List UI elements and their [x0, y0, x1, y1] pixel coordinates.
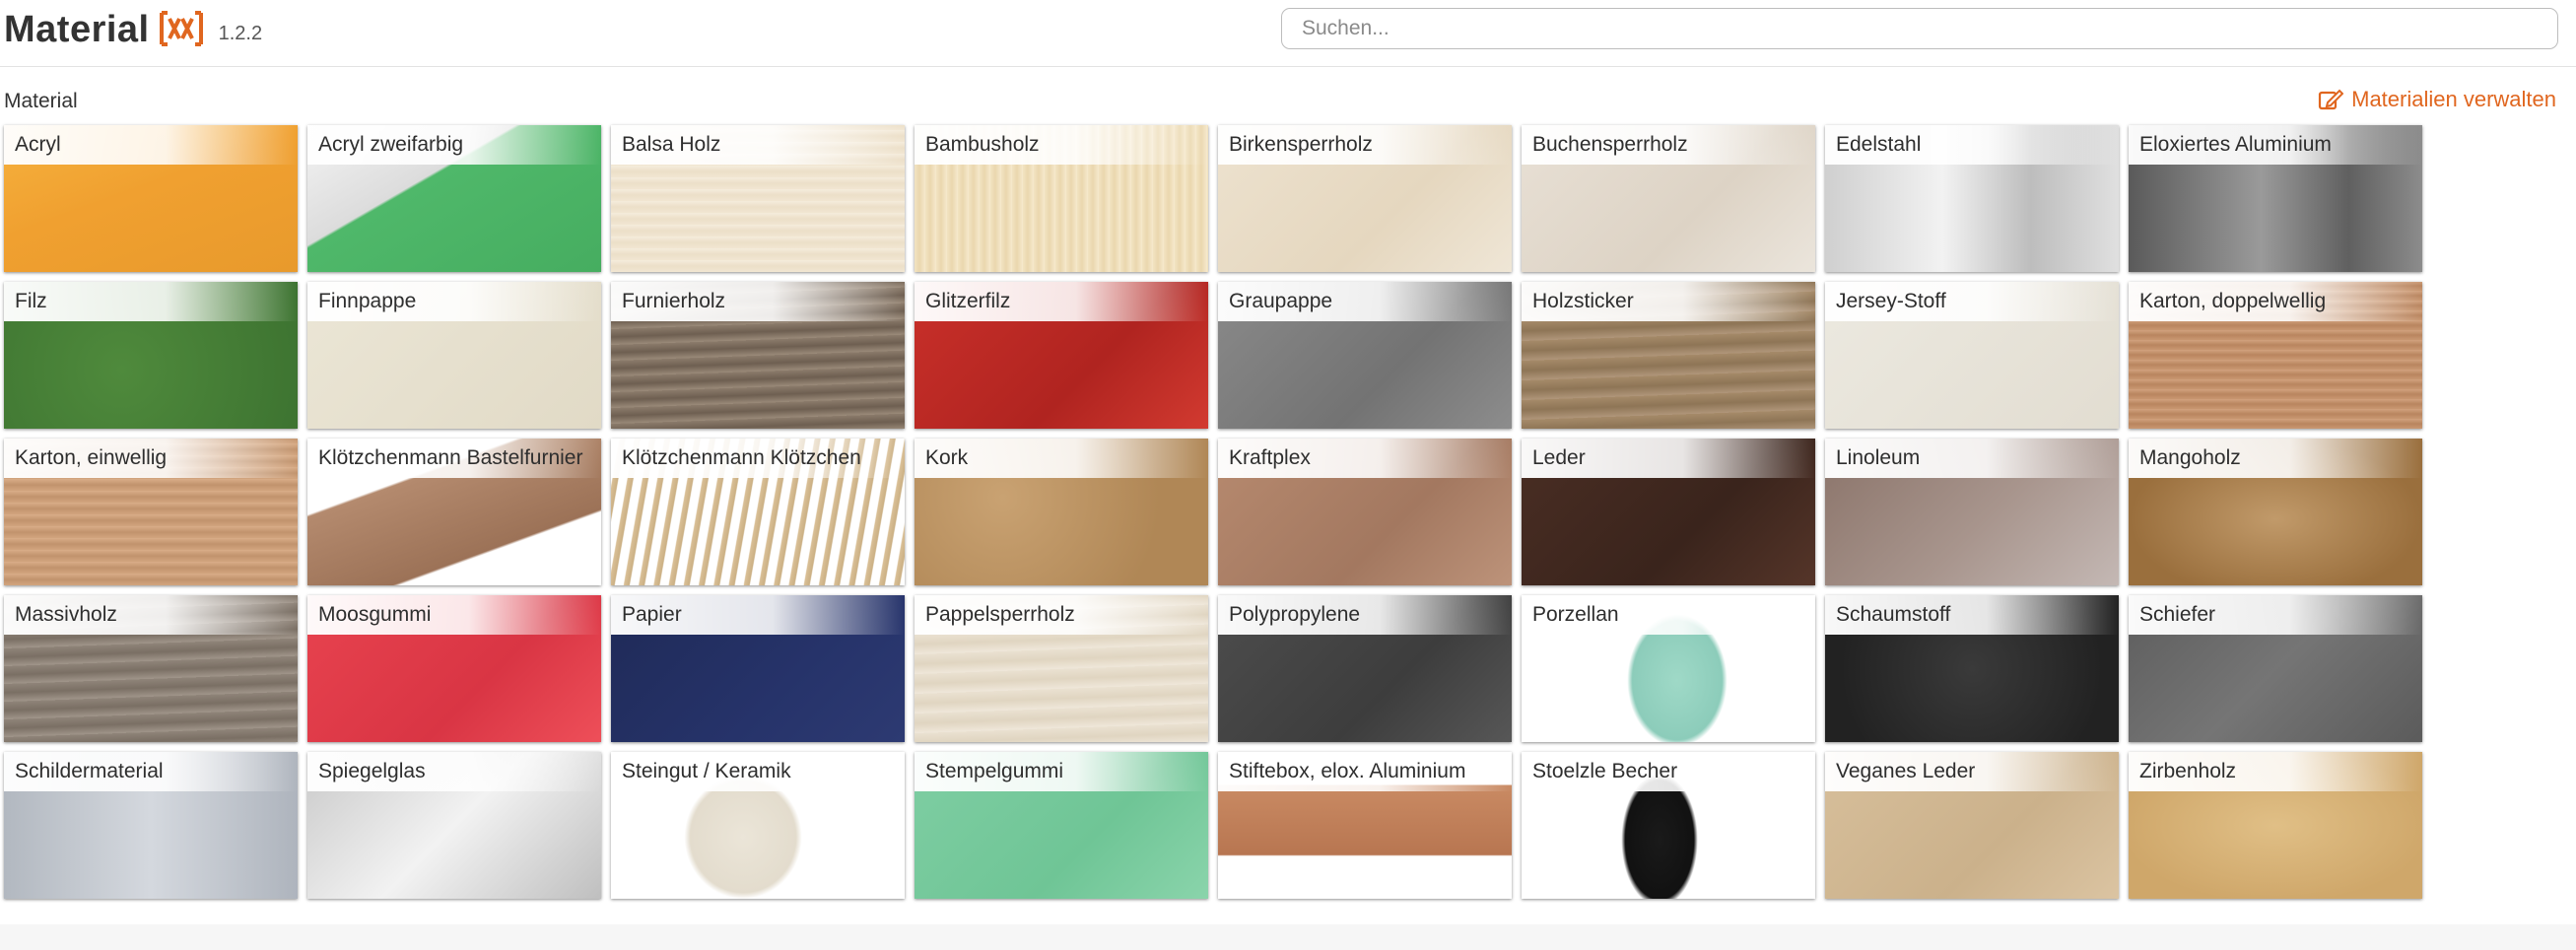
material-tile[interactable]: Acryl: [4, 125, 298, 272]
material-tile[interactable]: Acryl zweifarbig: [307, 125, 601, 272]
material-label: Klötzchenmann Klötzchen: [622, 446, 861, 469]
material-tile[interactable]: Schildermaterial: [4, 752, 298, 899]
material-label: Kraftplex: [1229, 446, 1311, 469]
material-label: Spiegelglas: [318, 760, 426, 782]
material-tile[interactable]: Leder: [1522, 439, 1815, 585]
search-input[interactable]: [1281, 8, 2558, 49]
material-tile[interactable]: Kork: [915, 439, 1208, 585]
material-tile[interactable]: Filz: [4, 282, 298, 429]
material-label: Steingut / Keramik: [622, 760, 791, 782]
material-tile[interactable]: Birkensperrholz: [1218, 125, 1512, 272]
material-tile[interactable]: Mangoholz: [2129, 439, 2422, 585]
material-label: Stiftebox, elox. Aluminium: [1229, 760, 1466, 782]
material-grid: Acryl Acryl zweifarbig Balsa Holz Bambushol…: [4, 125, 2422, 899]
material-label: Papier: [622, 603, 682, 626]
material-tile[interactable]: Graupappe: [1218, 282, 1512, 429]
material-tile[interactable]: Klötzchenmann Bastelfurnier: [307, 439, 601, 585]
material-label: Karton, doppelwellig: [2139, 290, 2327, 312]
material-tile[interactable]: Furnierholz: [611, 282, 905, 429]
material-label: Buchensperrholz: [1532, 133, 1688, 156]
material-label: Stoelzle Becher: [1532, 760, 1678, 782]
material-tile[interactable]: Porzellan: [1522, 595, 1815, 742]
material-label: Bambusholz: [925, 133, 1040, 156]
material-label: Stempelgummi: [925, 760, 1064, 782]
material-tile[interactable]: Zirbenholz: [2129, 752, 2422, 899]
material-tile[interactable]: Buchensperrholz: [1522, 125, 1815, 272]
material-tile[interactable]: Schaumstoff: [1825, 595, 2119, 742]
material-label: Birkensperrholz: [1229, 133, 1373, 156]
material-label: Schiefer: [2139, 603, 2216, 626]
manage-materials-label: Materialien verwalten: [2351, 87, 2556, 111]
section-title: Material: [4, 90, 78, 112]
material-label: Finnpappe: [318, 290, 417, 312]
material-tile[interactable]: Stoelzle Becher: [1522, 752, 1815, 899]
material-tile[interactable]: Klötzchenmann Klötzchen: [611, 439, 905, 585]
material-label: Jersey-Stoff: [1836, 290, 1946, 312]
material-label: Balsa Holz: [622, 133, 721, 156]
material-tile[interactable]: Edelstahl: [1825, 125, 2119, 272]
material-label: Mangoholz: [2139, 446, 2241, 469]
material-tile[interactable]: Papier: [611, 595, 905, 742]
material-tile[interactable]: Schiefer: [2129, 595, 2422, 742]
material-label: Klötzchenmann Bastelfurnier: [318, 446, 583, 469]
material-label: Moosgummi: [318, 603, 432, 626]
material-tile[interactable]: Veganes Leder: [1825, 752, 2119, 899]
material-label: Massivholz: [15, 603, 117, 626]
material-label: Edelstahl: [1836, 133, 1922, 156]
footer-strip: [0, 924, 2576, 950]
material-label: Acryl zweifarbig: [318, 133, 464, 156]
material-label: Zirbenholz: [2139, 760, 2237, 782]
material-label: Porzellan: [1532, 603, 1619, 626]
material-tile[interactable]: Finnpappe: [307, 282, 601, 429]
xx-bracket-logo: [158, 9, 205, 53]
material-label: Schildermaterial: [15, 760, 164, 782]
material-tile[interactable]: Jersey-Stoff: [1825, 282, 2119, 429]
material-tile[interactable]: Holzsticker: [1522, 282, 1815, 429]
material-tile[interactable]: Linoleum: [1825, 439, 2119, 585]
material-tile[interactable]: Spiegelglas: [307, 752, 601, 899]
material-label: Polypropylene: [1229, 603, 1361, 626]
material-label: Leder: [1532, 446, 1586, 469]
material-label: Eloxiertes Aluminium: [2139, 133, 2332, 156]
material-label: Glitzerfilz: [925, 290, 1011, 312]
material-label: Karton, einwellig: [15, 446, 168, 469]
material-tile[interactable]: Karton, einwellig: [4, 439, 298, 585]
material-label: Veganes Leder: [1836, 760, 1976, 782]
material-label: Holzsticker: [1532, 290, 1634, 312]
brand[interactable]: Material 1.2.2: [4, 2, 262, 57]
material-tile[interactable]: Steingut / Keramik: [611, 752, 905, 899]
material-label: Furnierholz: [622, 290, 726, 312]
material-tile[interactable]: Pappelsperrholz: [915, 595, 1208, 742]
material-tile[interactable]: Massivholz: [4, 595, 298, 742]
manage-materials-link[interactable]: Materialien verwalten: [2318, 87, 2556, 112]
tile-label-overlay: [4, 282, 298, 321]
material-tile[interactable]: Bambusholz: [915, 125, 1208, 272]
material-label: Acryl: [15, 133, 61, 156]
material-tile[interactable]: Eloxiertes Aluminium: [2129, 125, 2422, 272]
material-tile[interactable]: Stiftebox, elox. Aluminium: [1218, 752, 1512, 899]
material-label: Pappelsperrholz: [925, 603, 1075, 626]
material-label: Graupappe: [1229, 290, 1333, 312]
top-bar: Material 1.2.2: [0, 0, 2576, 67]
version-label: 1.2.2: [218, 22, 263, 44]
material-tile[interactable]: Polypropylene: [1218, 595, 1512, 742]
material-tile[interactable]: Stempelgummi: [915, 752, 1208, 899]
material-tile[interactable]: Glitzerfilz: [915, 282, 1208, 429]
material-tile[interactable]: Karton, doppelwellig: [2129, 282, 2422, 429]
edit-icon: [2319, 89, 2344, 110]
material-tile[interactable]: Moosgummi: [307, 595, 601, 742]
material-tile[interactable]: Kraftplex: [1218, 439, 1512, 585]
material-label: Linoleum: [1836, 446, 1921, 469]
material-label: Kork: [925, 446, 969, 469]
material-label: Filz: [15, 290, 47, 312]
app-name: Material: [4, 8, 150, 50]
material-label: Schaumstoff: [1836, 603, 1951, 626]
material-tile[interactable]: Balsa Holz: [611, 125, 905, 272]
